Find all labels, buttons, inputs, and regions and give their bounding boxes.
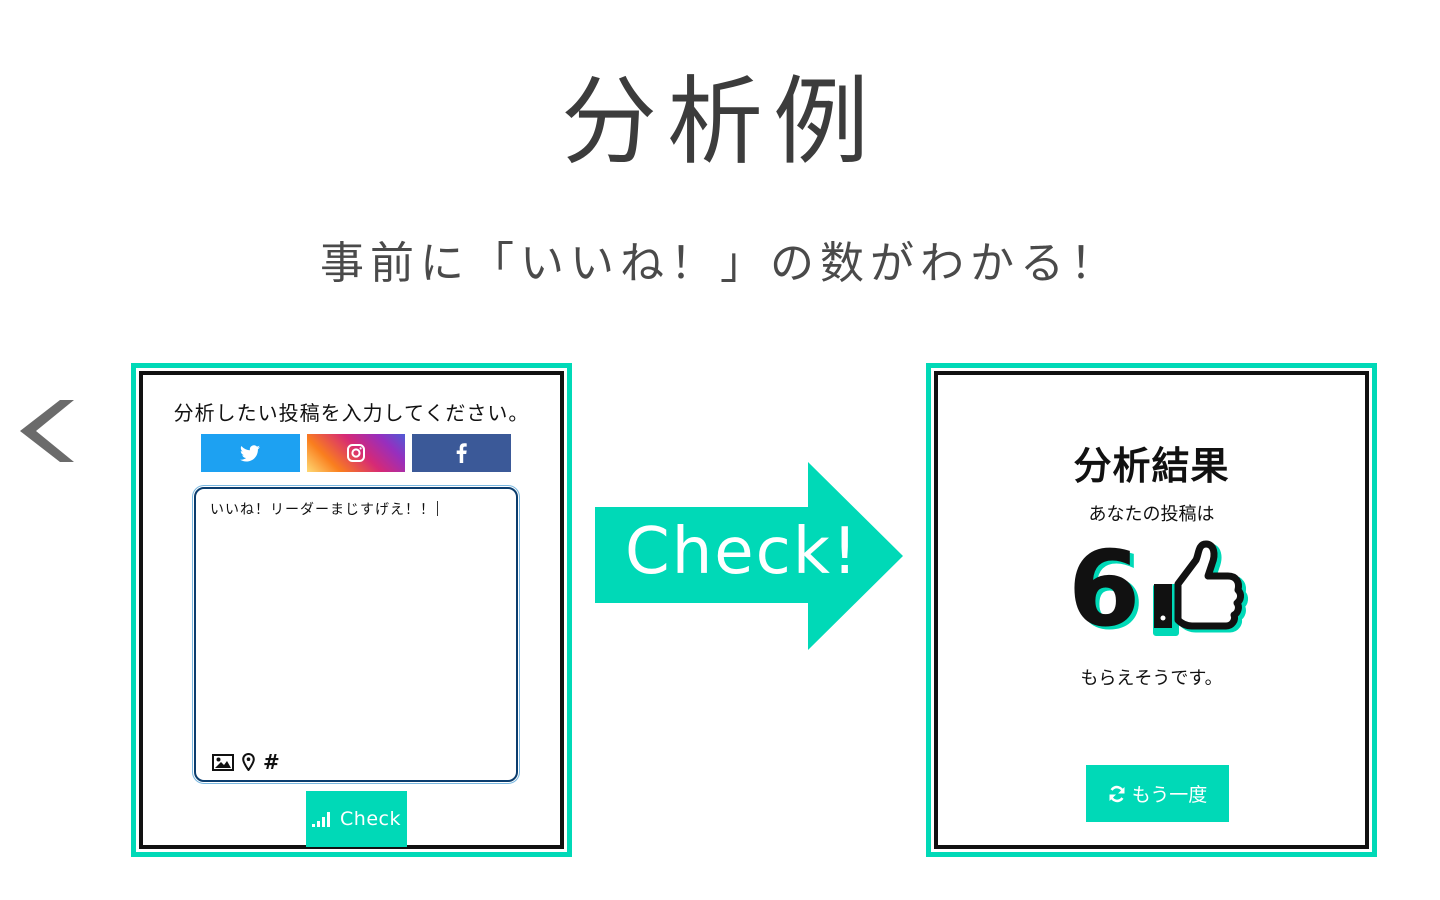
post-toolbar: # <box>212 752 280 772</box>
sns-selector <box>201 434 512 472</box>
page-subtitle: 事前に「いいね！」の数がわかる！ <box>320 238 1120 289</box>
facebook-button[interactable] <box>412 434 512 472</box>
facebook-icon <box>456 443 467 463</box>
check-button[interactable]: Check <box>306 791 407 847</box>
signal-icon <box>312 812 331 827</box>
instagram-icon <box>347 444 365 462</box>
result-title: 分析結果 <box>1073 444 1230 488</box>
retry-button-label: もう一度 <box>1131 784 1208 806</box>
thumbs-up-icon <box>1153 540 1249 636</box>
check-button-label: Check <box>340 808 401 830</box>
image-icon[interactable] <box>212 753 234 771</box>
post-textarea[interactable]: いいね！リーダーまじすげえ！！ # <box>192 485 520 784</box>
like-count-display: 6 <box>1068 528 1249 650</box>
post-text[interactable]: いいね！リーダーまじすげえ！！ <box>210 499 438 519</box>
arrow-label: Check! <box>625 515 860 589</box>
location-icon[interactable] <box>242 753 255 771</box>
page-title: 分析例 <box>561 66 879 178</box>
input-prompt: 分析したい投稿を入力してください。 <box>173 401 530 425</box>
twitter-button[interactable] <box>201 434 300 472</box>
chevron-left-icon <box>20 400 74 462</box>
input-panel-frame: 分析したい投稿を入力してください。 いいね！リーダーまじすげえ！！ # Chec… <box>139 371 564 849</box>
input-panel: 分析したい投稿を入力してください。 いいね！リーダーまじすげえ！！ # Chec… <box>131 363 572 857</box>
retry-button[interactable]: もう一度 <box>1086 765 1229 822</box>
like-count: 6 <box>1068 528 1141 650</box>
hashtag-icon[interactable]: # <box>263 752 280 772</box>
result-intro: あなたの投稿は <box>1088 504 1215 525</box>
flow-arrow: Check! <box>595 462 903 650</box>
refresh-icon <box>1109 785 1125 802</box>
result-panel-frame: 分析結果 あなたの投稿は 6 もらえそうです。 もう一度 <box>934 371 1369 849</box>
result-panel: 分析結果 あなたの投稿は 6 もらえそうです。 もう一度 <box>926 363 1377 857</box>
twitter-icon <box>240 444 261 461</box>
result-outro: もらえそうです。 <box>1080 668 1223 689</box>
instagram-button[interactable] <box>306 434 406 472</box>
back-button[interactable] <box>18 398 76 464</box>
